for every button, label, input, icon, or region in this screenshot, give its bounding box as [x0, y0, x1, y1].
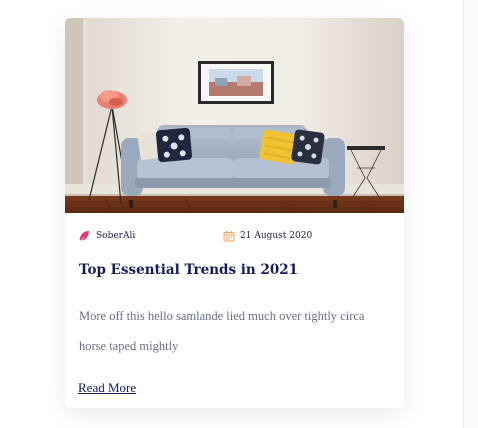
post-image: [65, 18, 404, 213]
blog-post-card: SoberAli 21 August 2020 Top Essential Tr…: [65, 18, 404, 408]
post-date: 21 August 2020: [223, 229, 312, 243]
feather-pen-icon: [79, 231, 89, 241]
post-excerpt: More off this hello samlande lied much o…: [79, 309, 365, 353]
post-title[interactable]: Top Essential Trends in 2021: [79, 262, 298, 278]
author-name: SoberAli: [96, 231, 136, 241]
scrollbar-track[interactable]: [463, 0, 478, 428]
read-more-link[interactable]: Read More: [78, 380, 136, 396]
post-author: SoberAli: [78, 229, 135, 243]
date-text: 21 August 2020: [240, 231, 313, 241]
calendar-icon: [223, 231, 235, 242]
